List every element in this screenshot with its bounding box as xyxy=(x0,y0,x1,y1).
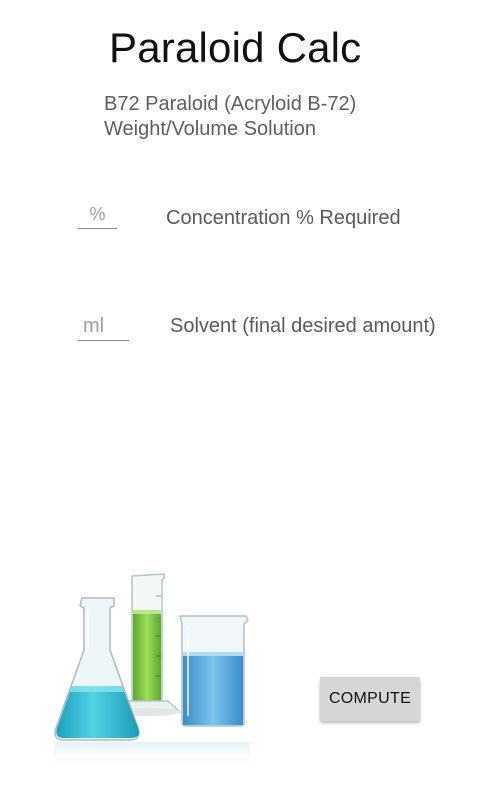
compute-button[interactable]: COMPUTE xyxy=(320,677,420,721)
app-screen: Paraloid Calc B72 Paraloid (Acryloid B-7… xyxy=(0,0,501,800)
page-title: Paraloid Calc xyxy=(109,24,362,71)
erlenmeyer-flask-icon xyxy=(54,597,140,741)
concentration-input[interactable] xyxy=(78,200,117,229)
concentration-label: Concentration % Required xyxy=(166,207,401,229)
lab-glassware-image xyxy=(48,566,260,772)
subtitle-line-2: Weight/Volume Solution xyxy=(104,118,316,140)
subtitle-line-1: B72 Paraloid (Acryloid B-72) xyxy=(104,93,357,115)
beaker-icon xyxy=(179,615,249,727)
solvent-label: Solvent (final desired amount) xyxy=(170,315,436,337)
solvent-input[interactable] xyxy=(78,313,129,341)
